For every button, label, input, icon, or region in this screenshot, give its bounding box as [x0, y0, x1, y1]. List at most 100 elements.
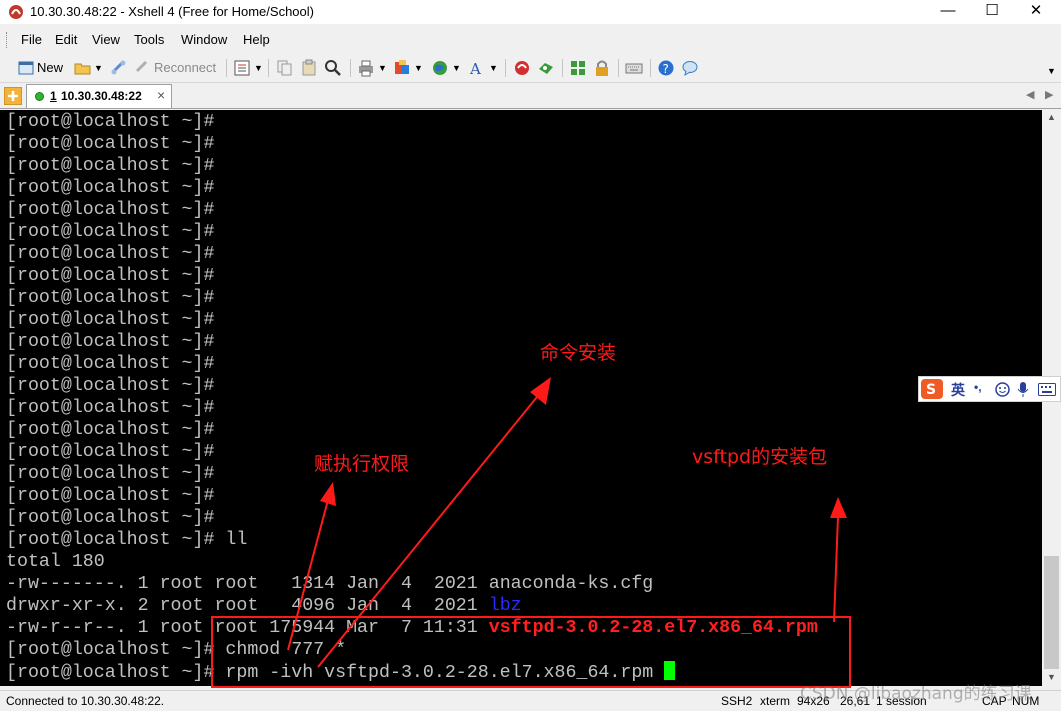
ime-punctuation-toggle[interactable]: •, — [974, 380, 982, 394]
menu-bar: File Edit View Tools Window Help — [0, 28, 1061, 52]
menu-help[interactable]: Help — [243, 32, 270, 47]
listing-row: -rw-------. 1 root root 1314 Jan 4 2021 … — [6, 573, 653, 595]
ime-toolbar[interactable]: S 英 •, — [918, 376, 1061, 402]
tab-number: 1 — [50, 89, 57, 103]
copy-icon[interactable] — [276, 59, 294, 77]
find-icon[interactable] — [324, 59, 342, 77]
menu-view[interactable]: View — [92, 32, 120, 47]
font-icon[interactable]: A — [468, 59, 486, 77]
menu-edit[interactable]: Edit — [55, 32, 77, 47]
reconnect-icon[interactable] — [134, 59, 152, 77]
minimize-button[interactable]: — — [925, 0, 971, 24]
close-button[interactable]: ✕ — [1013, 0, 1059, 24]
annotation-install-command: 命令安装 — [540, 342, 617, 364]
listing-attrs: drwxr-xr-x. 2 root root 4096 Jan 4 2021 — [6, 596, 489, 616]
terminal-area[interactable]: [root@localhost ~]# [root@localhost ~]# … — [0, 110, 1042, 686]
add-tab-icon[interactable] — [4, 87, 22, 105]
scroll-down-arrow-icon[interactable]: ▼ — [1047, 672, 1056, 682]
connection-status: Connected to 10.30.30.48:22. — [6, 694, 165, 708]
prompt-line: [root@localhost ~]# — [6, 486, 215, 506]
prompt-line: [root@localhost ~]# — [6, 398, 215, 418]
prompt-line: [root@localhost ~]# — [6, 266, 215, 286]
sogou-logo-icon[interactable]: S — [921, 379, 943, 399]
svg-text:?: ? — [663, 62, 669, 76]
keyboard-icon[interactable] — [1038, 383, 1056, 396]
listing-rpm-filename: vsftpd-3.0.2-28.el7.x86_64.rpm — [488, 618, 818, 638]
prompt-line: [root@localhost ~]# — [6, 288, 215, 308]
tab-session[interactable]: 1 10.30.30.48:22 × — [26, 84, 172, 108]
toolbar-overflow-icon[interactable]: ▼ — [1047, 66, 1056, 76]
new-session-icon[interactable] — [17, 59, 35, 77]
prompt-line: [root@localhost ~]# — [6, 156, 215, 176]
menu-tools[interactable]: Tools — [134, 32, 164, 47]
window-title: 10.30.30.48:22 - Xshell 4 (Free for Home… — [30, 4, 314, 19]
help-icon[interactable]: ? — [657, 59, 675, 77]
annotation-vsftpd-package: vsftpd的安装包 — [692, 446, 828, 468]
ll-command-line: [root@localhost ~]# ll — [6, 530, 248, 550]
total-line: total 180 — [6, 552, 105, 572]
xshell-app-icon — [9, 5, 23, 19]
ime-mode-toggle[interactable]: 英 — [951, 380, 965, 400]
tab-label: 10.30.30.48:22 — [61, 89, 142, 103]
dropdown-arrow-icon[interactable]: ▼ — [254, 63, 263, 73]
print-icon[interactable] — [357, 59, 375, 77]
listing-row: -rw-r--r--. 1 root root 175944 Mar 7 11:… — [6, 617, 818, 639]
prompt-line: [root@localhost ~]# — [6, 134, 215, 154]
toolbar-separator — [618, 59, 619, 77]
toolbar-separator — [562, 59, 563, 77]
toolbar-separator — [505, 59, 506, 77]
globe-icon[interactable] — [431, 59, 449, 77]
toolbar: New ▼ Reconnect ▼ ▼ ▼ ▼ A ▼ ? ▼ — [0, 54, 1061, 83]
prompt-line: [root@localhost ~]# — [6, 354, 215, 374]
open-folder-icon[interactable] — [74, 59, 92, 77]
dropdown-arrow-icon[interactable]: ▼ — [489, 63, 498, 73]
maximize-button[interactable]: ☐ — [969, 0, 1015, 24]
microphone-icon[interactable] — [1017, 381, 1029, 398]
listing-attrs: -rw-r--r--. 1 root root 175944 Mar 7 11:… — [6, 618, 489, 638]
listing-row: drwxr-xr-x. 2 root root 4096 Jan 4 2021 … — [6, 595, 522, 617]
toolbar-separator — [226, 59, 227, 77]
prompt-line: [root@localhost ~]# — [6, 178, 215, 198]
xftp-icon[interactable] — [513, 59, 531, 77]
protocol-status: SSH2 — [721, 694, 753, 708]
tab-scroll-left-icon[interactable]: ◀ — [1026, 88, 1034, 101]
prompt-line: [root@localhost ~]# — [6, 464, 215, 484]
prompt-line: [root@localhost ~]# — [6, 112, 215, 132]
scroll-up-arrow-icon[interactable]: ▲ — [1047, 112, 1056, 122]
csdn-watermark: CSDN @libaozhang的练习课 — [800, 684, 1032, 704]
layout-icon[interactable] — [569, 59, 587, 77]
rpm-command-text: [root@localhost ~]# rpm -ivh vsftpd-3.0.… — [6, 663, 665, 683]
prompt-line: [root@localhost ~]# — [6, 200, 215, 220]
title-bar: 10.30.30.48:22 - Xshell 4 (Free for Home… — [0, 0, 1061, 24]
listing-filename: anaconda-ks.cfg — [488, 574, 654, 594]
dropdown-arrow-icon[interactable]: ▼ — [378, 63, 387, 73]
dropdown-arrow-icon[interactable]: ▼ — [452, 63, 461, 73]
tab-scroll-right-icon[interactable]: ▶ — [1045, 88, 1053, 101]
transfer-icon[interactable] — [393, 59, 411, 77]
prompt-line: [root@localhost ~]# — [6, 310, 215, 330]
prompt-line: [root@localhost ~]# — [6, 376, 215, 396]
reconnect-button[interactable]: Reconnect — [154, 60, 216, 75]
svg-text:S: S — [926, 382, 936, 398]
menu-window[interactable]: Window — [181, 32, 227, 47]
lock-icon[interactable] — [593, 59, 611, 77]
paste-icon[interactable] — [300, 59, 318, 77]
tab-close-icon[interactable]: × — [157, 87, 165, 103]
scrollbar-thumb[interactable] — [1044, 556, 1059, 669]
chat-bubble-icon[interactable] — [681, 59, 699, 77]
menu-file[interactable]: File — [21, 32, 42, 47]
script-icon[interactable] — [537, 59, 555, 77]
toolbar-separator — [350, 59, 351, 77]
dropdown-arrow-icon[interactable]: ▼ — [94, 63, 103, 73]
keyboard-icon[interactable] — [625, 59, 643, 77]
listing-attrs: -rw-------. 1 root root 1314 Jan 4 2021 — [6, 574, 489, 594]
prompt-line: [root@localhost ~]# — [6, 332, 215, 352]
new-button[interactable]: New — [37, 60, 63, 75]
smiley-icon[interactable] — [995, 382, 1010, 397]
dropdown-arrow-icon[interactable]: ▼ — [414, 63, 423, 73]
connect-link-icon[interactable] — [110, 59, 128, 77]
connected-status-icon — [36, 93, 43, 100]
terminal-type-status: xterm — [760, 694, 790, 708]
properties-icon[interactable] — [233, 59, 251, 77]
tab-bar: 1 10.30.30.48:22 × ◀ ▶ — [0, 84, 1061, 109]
